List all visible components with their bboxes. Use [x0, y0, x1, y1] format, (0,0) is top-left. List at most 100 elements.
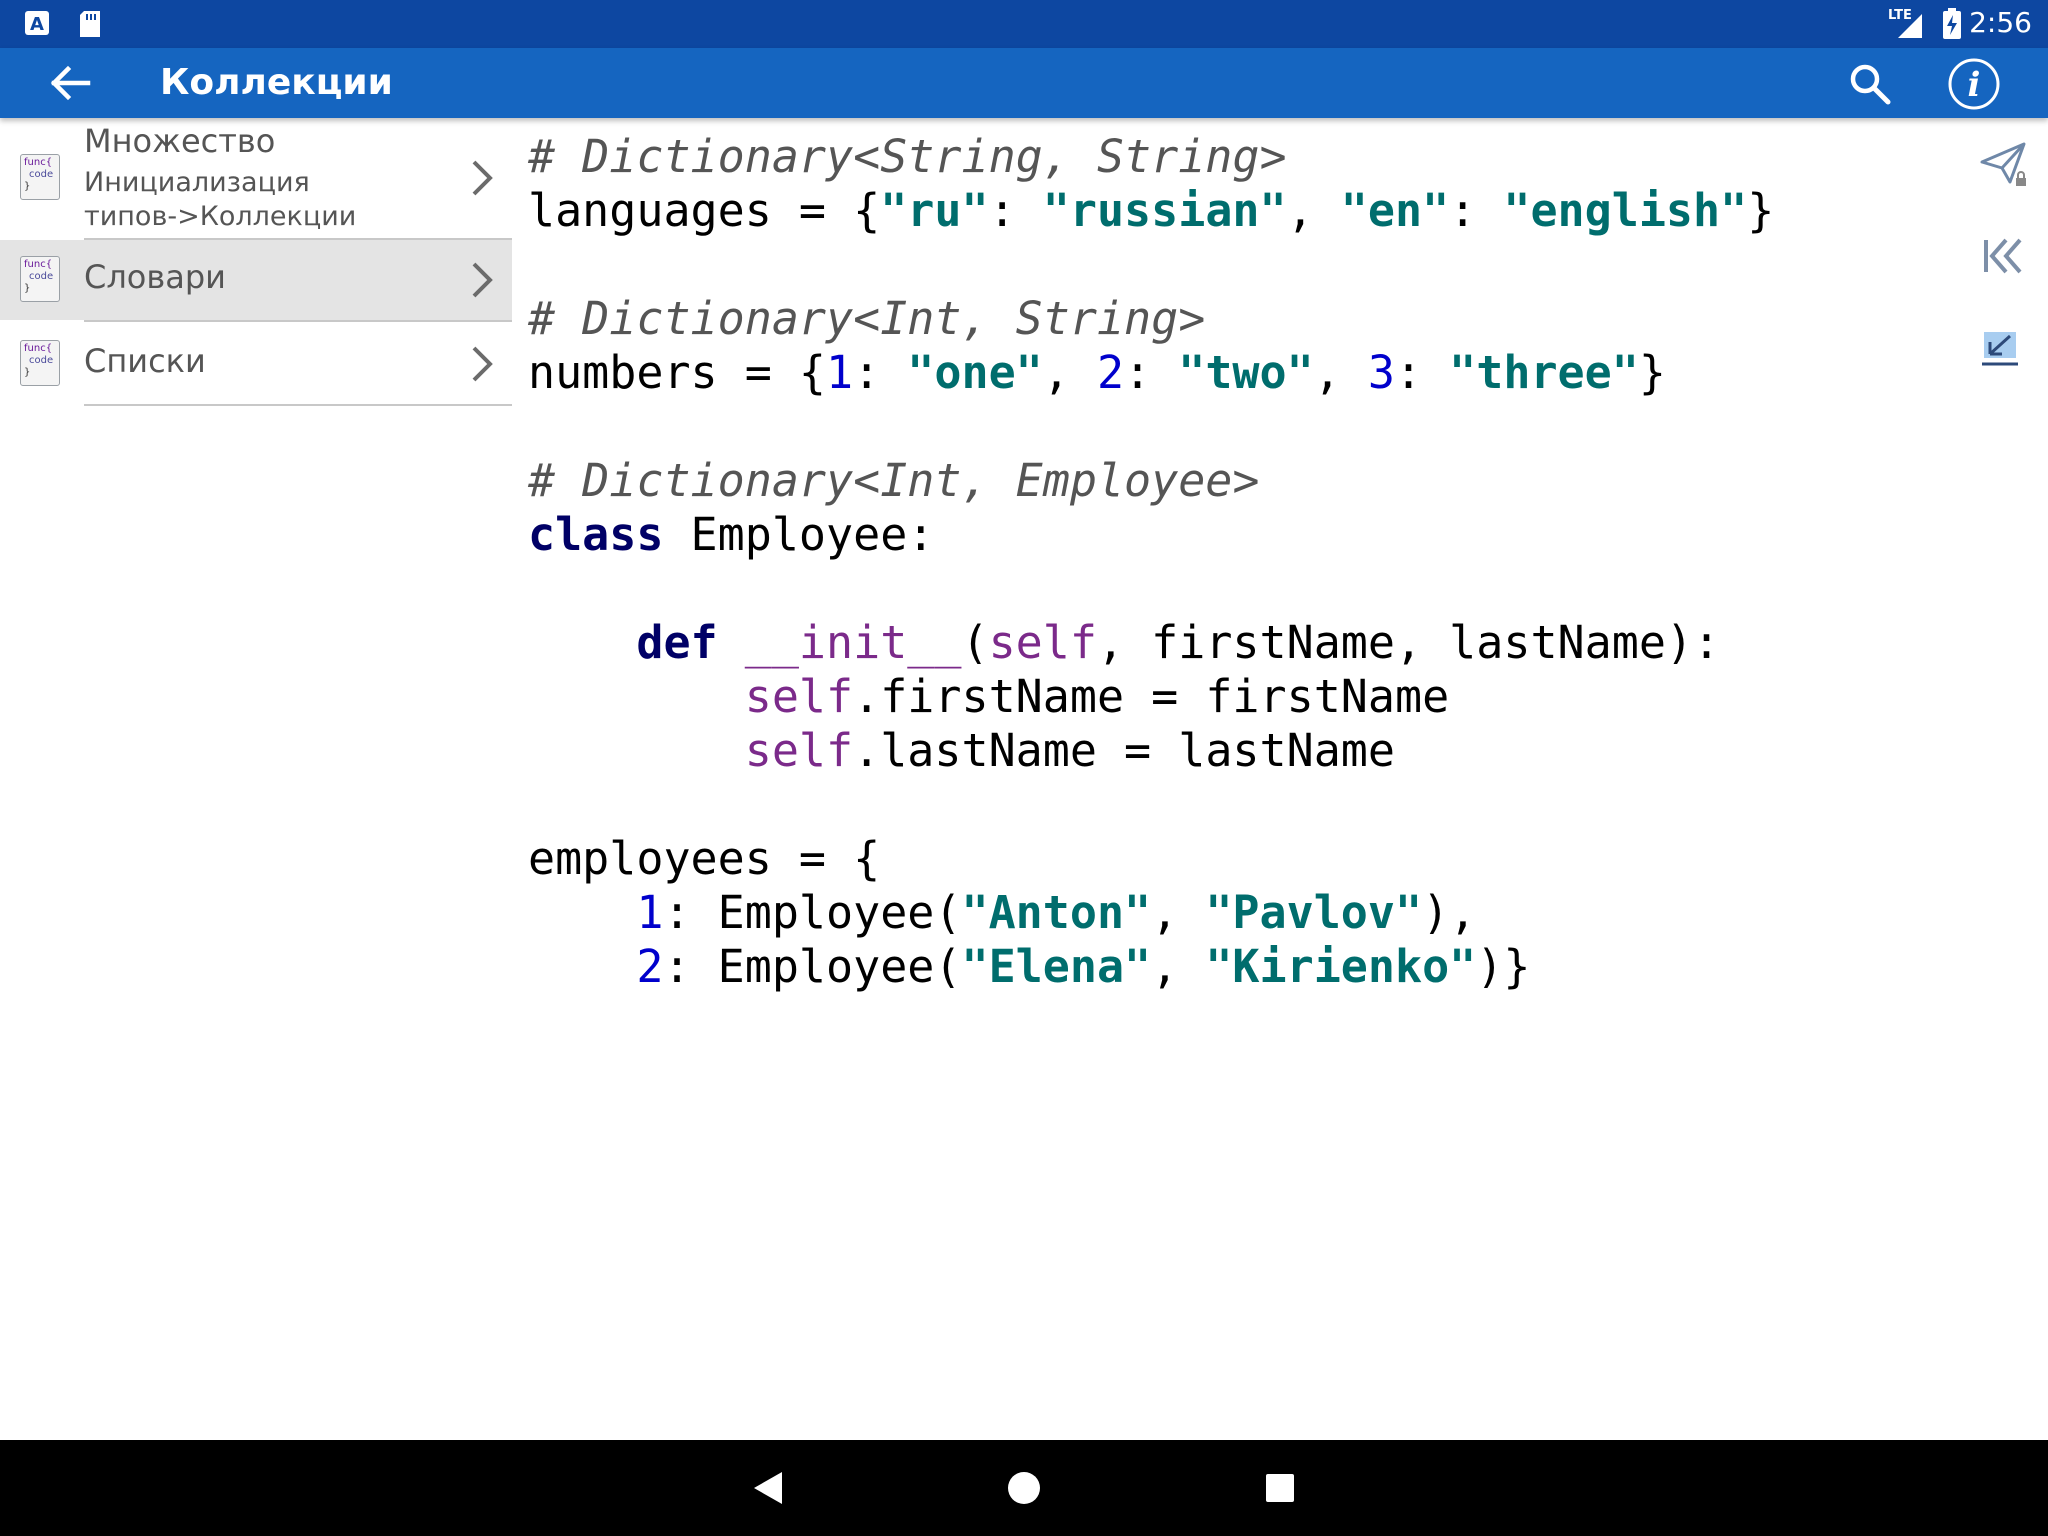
code-line: # Dictionary<Int, String> [528, 292, 1928, 346]
code-text: : Employee( [663, 886, 962, 939]
code-text: : [1394, 346, 1450, 399]
code-number: 1 [636, 886, 664, 939]
code-line: numbers = {1: "one", 2: "two", 3: "three… [528, 346, 1928, 400]
code-number: 3 [1367, 346, 1395, 399]
code-text: : [988, 184, 1043, 237]
code-text: , [1286, 184, 1341, 237]
func-icon-line: func{ [24, 259, 53, 270]
func-icon-line: func{ [24, 157, 53, 168]
code-text: ), [1422, 886, 1477, 939]
navigation-bar [0, 1440, 2048, 1536]
search-icon [1850, 64, 1891, 105]
sidebar-item-subtitle: Инициализация [84, 167, 310, 198]
info-button[interactable]: i [1946, 56, 2002, 112]
send-locked-icon[interactable] [1978, 138, 2032, 192]
code-text: )} [1476, 940, 1531, 993]
func-icon-line: } [24, 367, 31, 378]
code-line: languages = {"ru": "russian", "en": "eng… [528, 184, 1928, 238]
code-comment: # Dictionary<String, String> [528, 130, 1287, 183]
code-string: "en" [1340, 184, 1450, 237]
code-text: employees = { [528, 832, 881, 885]
code-keyword: def [636, 616, 718, 669]
code-string: "Pavlov" [1205, 886, 1423, 939]
code-line: # Dictionary<Int, Employee> [528, 454, 1928, 508]
app-notification-icon: A [25, 11, 49, 35]
code-self: self [744, 724, 854, 777]
collapse-left-icon[interactable] [1978, 232, 2028, 280]
func-code-icon: func{ code } [20, 340, 60, 386]
code-view: # Dictionary<String, String> languages =… [528, 130, 1928, 994]
code-line: 2: Employee("Elena", "Kirienko")} [528, 940, 1928, 994]
code-string: "ru" [880, 184, 989, 237]
back-button[interactable] [40, 58, 104, 108]
code-text: } [1747, 184, 1775, 237]
code-number: 2 [1096, 346, 1125, 399]
code-text: , firstName, lastName): [1096, 616, 1721, 669]
code-text: : [853, 346, 908, 399]
sidebar: func{ code } Множество Инициализация тип… [0, 118, 512, 1440]
code-line: # Dictionary<String, String> [528, 130, 1928, 184]
sidebar-item-set[interactable]: func{ code } Множество Инициализация тип… [0, 118, 512, 238]
sidebar-item-dictionaries[interactable]: func{ code } Словари [0, 240, 512, 320]
status-bar: A LTE 2:56 [0, 0, 2048, 48]
nav-back-icon[interactable] [744, 1464, 792, 1512]
code-string: "Anton" [961, 886, 1152, 939]
code-keyword: class [528, 508, 664, 561]
code-text: : Employee( [663, 940, 962, 993]
func-icon-line: func{ [24, 343, 53, 354]
code-text: , [1151, 886, 1206, 939]
func-icon-line: } [24, 181, 31, 192]
battery-charging-icon [1943, 8, 1961, 39]
code-text: : [1449, 184, 1504, 237]
minimize-icon[interactable] [1978, 326, 2026, 370]
sd-card-icon [80, 11, 100, 37]
code-text: Employee: [663, 508, 935, 561]
code-text: ( [961, 616, 989, 669]
chevron-right-icon [472, 160, 493, 196]
code-string: "Elena" [961, 940, 1152, 993]
code-string: "russian" [1042, 184, 1287, 237]
code-line: def __init__(self, firstName, lastName): [528, 616, 1928, 670]
search-button[interactable] [1844, 58, 1896, 110]
app-bar: Коллекции i [0, 48, 2048, 118]
nav-home-icon[interactable] [1000, 1464, 1048, 1512]
svg-text:i: i [1968, 65, 1981, 105]
code-text: numbers = { [528, 346, 827, 399]
sidebar-item-label: Списки [84, 342, 206, 380]
code-text: } [1638, 346, 1666, 399]
sidebar-item-label: Множество [84, 122, 276, 160]
code-string: "three" [1449, 346, 1639, 399]
nav-recents-icon[interactable] [1256, 1464, 1304, 1512]
code-text: .firstName = firstName [853, 670, 1450, 723]
code-self: self [744, 670, 854, 723]
info-icon: i [1948, 58, 2000, 110]
code-text: , [1313, 346, 1368, 399]
code-line: class Employee: [528, 508, 1928, 562]
func-code-icon: func{ code } [20, 154, 60, 200]
code-string: "Kirienko" [1205, 940, 1477, 993]
func-icon-line: code [29, 271, 54, 282]
code-comment: # Dictionary<Int, Employee> [528, 454, 1260, 507]
sidebar-item-label: Словари [84, 258, 226, 296]
divider [84, 404, 512, 406]
sidebar-item-lists[interactable]: func{ code } Списки [0, 322, 512, 404]
page-title: Коллекции [160, 62, 393, 103]
func-icon-line: code [29, 169, 54, 180]
code-string: "one" [907, 346, 1043, 399]
func-icon-line: } [24, 283, 31, 294]
code-number: 1 [826, 346, 854, 399]
sidebar-item-subtitle: типов->Коллекции [84, 201, 357, 232]
status-time: 2:56 [1969, 6, 2032, 39]
code-text: , [1151, 940, 1206, 993]
code-special: __init__ [744, 616, 962, 669]
code-string: "english" [1503, 184, 1748, 237]
